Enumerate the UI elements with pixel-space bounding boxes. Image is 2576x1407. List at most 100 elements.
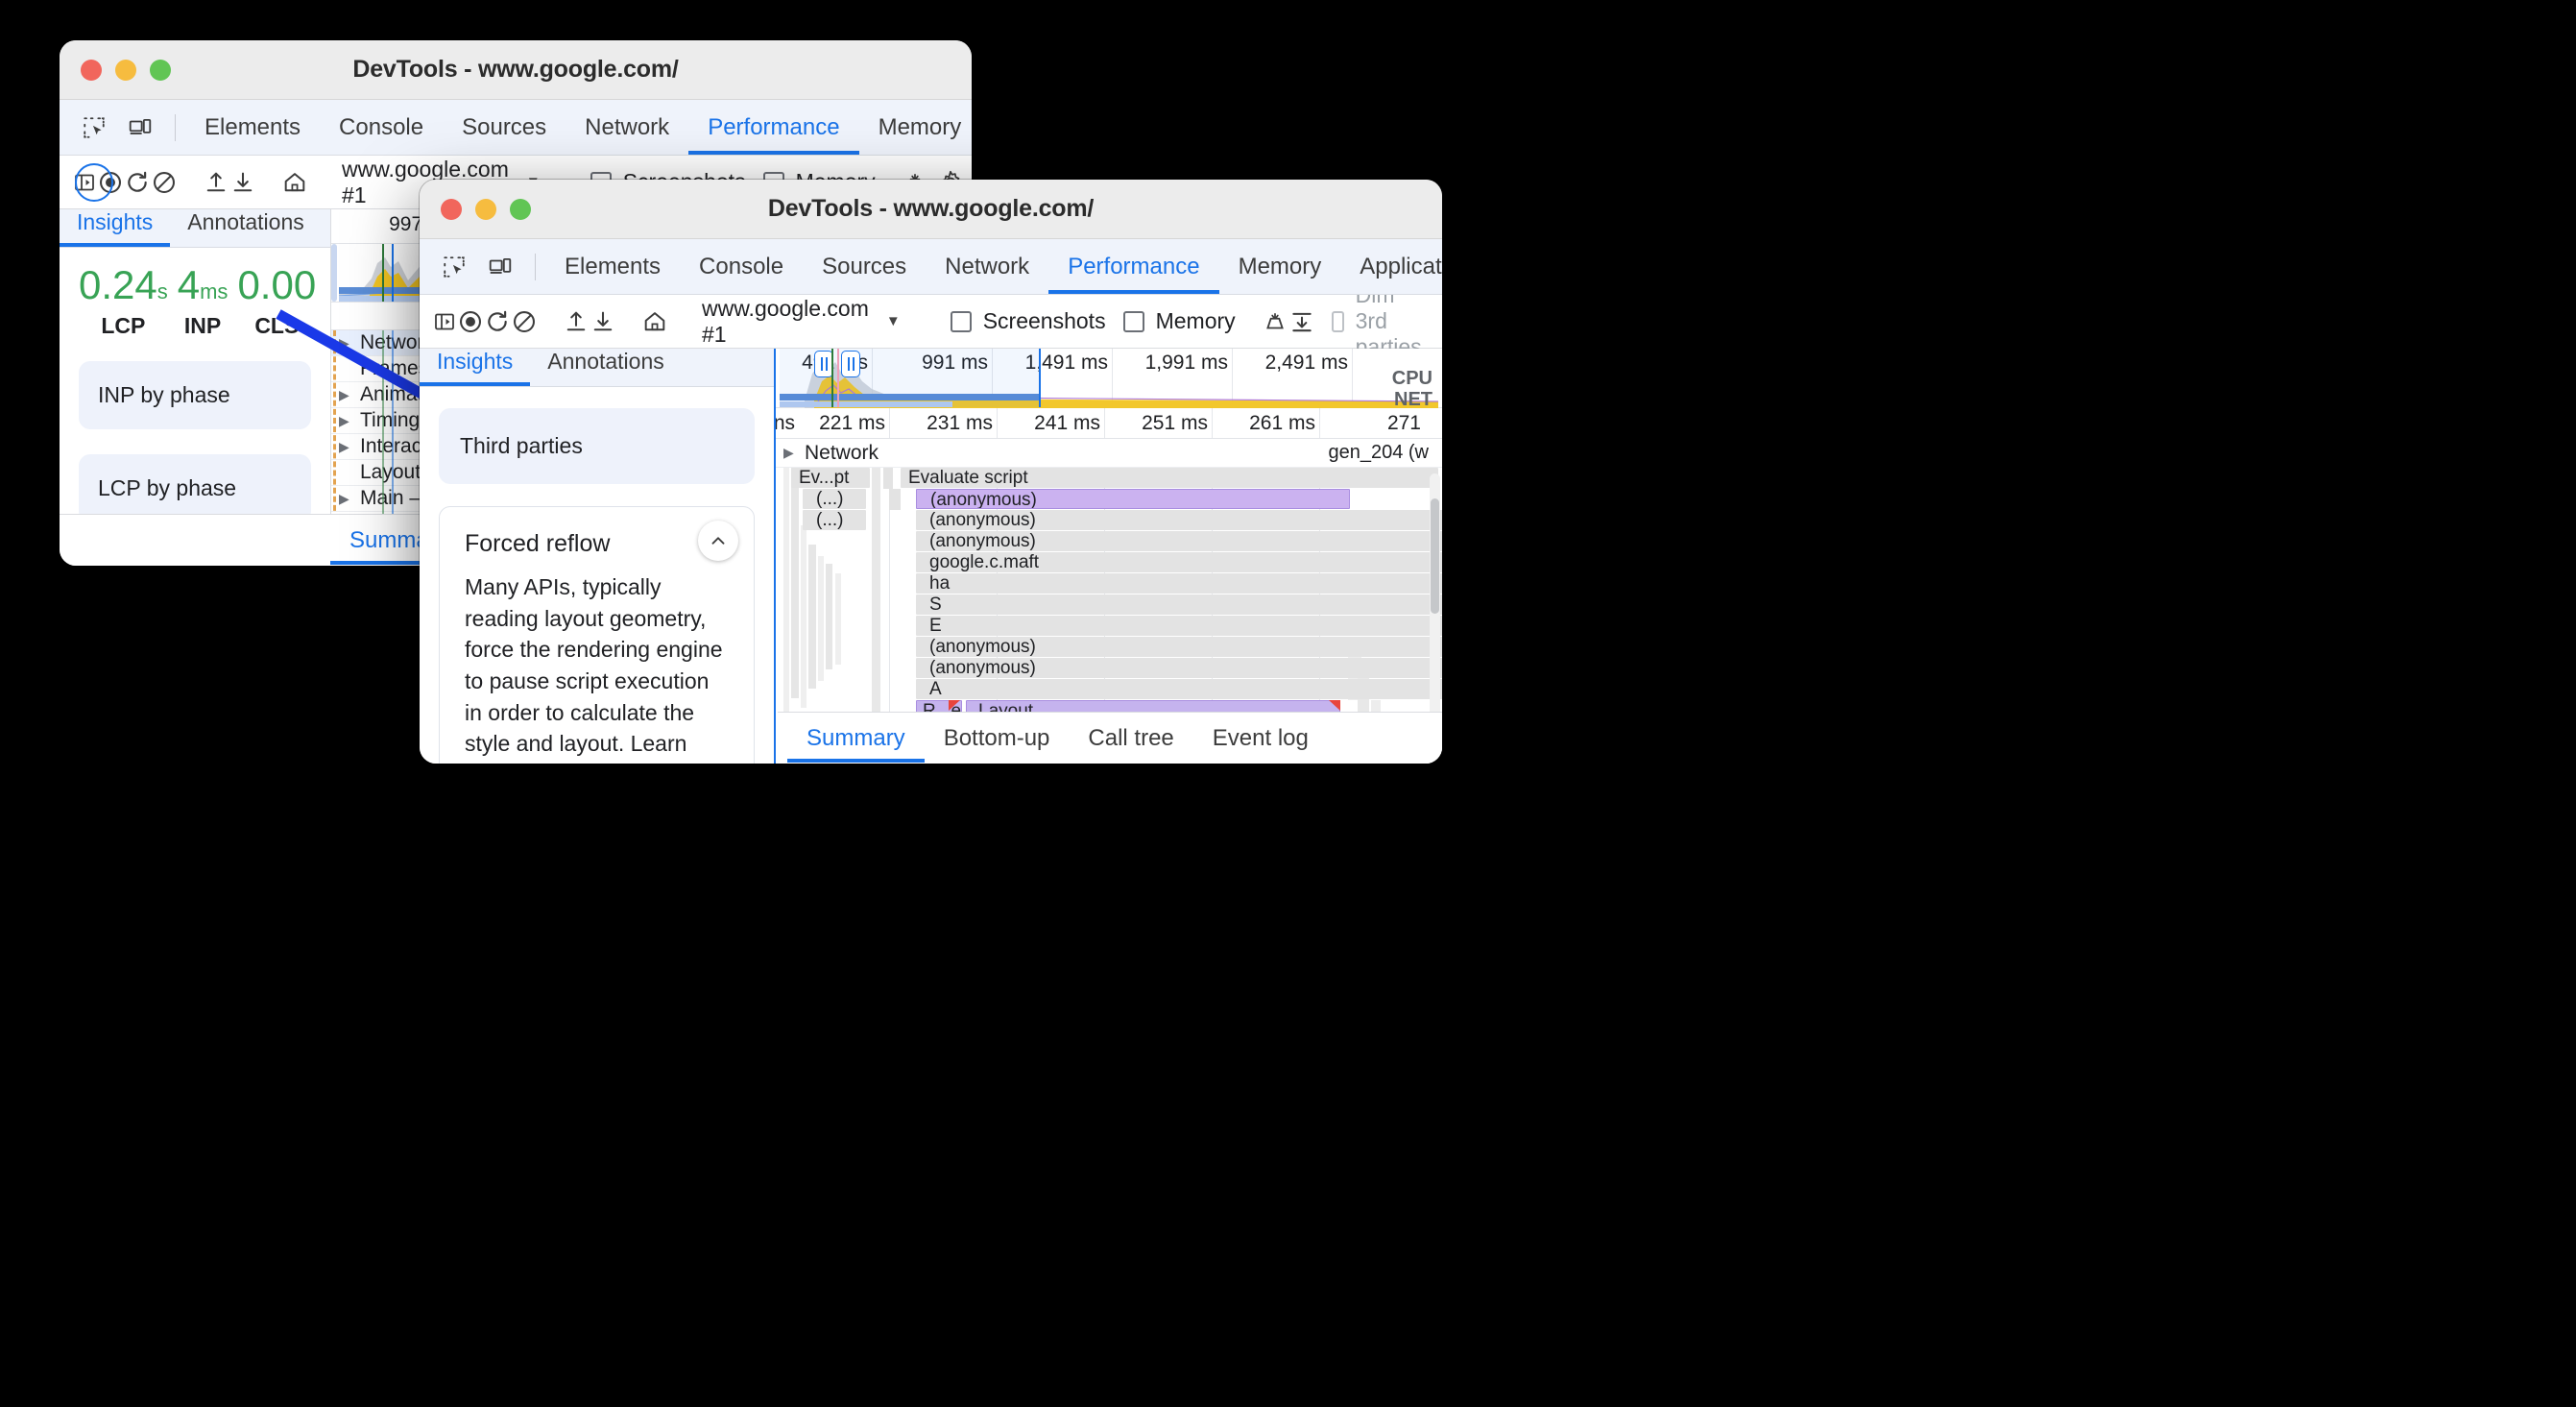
subtab-annotations[interactable]: Annotations (170, 209, 321, 247)
metric-lcp[interactable]: 0.24s LCP (79, 265, 168, 339)
minimize-window-button[interactable] (475, 198, 496, 220)
record-button[interactable] (458, 303, 483, 341)
tab-performance[interactable]: Performance (688, 100, 858, 155)
chevron-right-icon[interactable]: ▶ (339, 335, 352, 352)
traffic-lights-back[interactable] (60, 59, 171, 81)
chevron-right-icon[interactable]: ▶ (783, 445, 797, 461)
traffic-lights-front[interactable] (420, 198, 531, 220)
tab-sources[interactable]: Sources (803, 239, 926, 294)
reload-and-record-icon[interactable] (485, 303, 510, 341)
panel-tabs-front[interactable]: Elements Console Sources Network Perform… (545, 239, 1442, 294)
btab-bottom-up[interactable]: Bottom-up (925, 715, 1070, 763)
devtools-window-front[interactable]: DevTools - www.google.com/ Elements Cons… (420, 180, 1442, 764)
subtab-insights[interactable]: Insights (420, 349, 530, 386)
chevron-right-icon[interactable]: ▶ (339, 387, 352, 403)
toolbar-right-front[interactable] (1432, 303, 1442, 341)
inspect-element-icon[interactable] (433, 248, 475, 286)
cpu-throttling-icon[interactable] (1263, 303, 1288, 341)
tab-console[interactable]: Console (680, 239, 803, 294)
chevron-right-icon[interactable]: ▶ (339, 413, 352, 429)
tab-elements[interactable]: Elements (545, 239, 680, 294)
btab-event-log[interactable]: Event log (1193, 715, 1328, 763)
clear-recording-icon[interactable] (512, 303, 537, 341)
insight-card-third-parties[interactable]: Third parties (439, 408, 755, 484)
load-profile-icon[interactable] (204, 163, 229, 202)
collapse-chevron-up-icon[interactable] (698, 521, 738, 561)
flame-bar[interactable]: Ev...pt (791, 468, 870, 488)
minimize-window-button[interactable] (115, 59, 136, 81)
titlebar-back[interactable]: DevTools - www.google.com/ (60, 40, 972, 100)
home-icon[interactable] (282, 163, 307, 202)
tab-memory[interactable]: Memory (1219, 239, 1341, 294)
forced-reflow-link[interactable]: forced reflow (583, 763, 710, 764)
flame-scrollbar[interactable] (1430, 473, 1440, 752)
close-window-button[interactable] (441, 198, 462, 220)
insight-card-lcp-by-phase[interactable]: LCP by phase (79, 454, 311, 522)
tab-application[interactable]: Application (1340, 239, 1442, 294)
flame-bar[interactable]: S (916, 594, 1442, 615)
home-icon[interactable] (642, 303, 667, 341)
btab-call-tree[interactable]: Call tree (1069, 715, 1192, 763)
bottom-tabs-front[interactable]: Summary Bottom-up Call tree Event log (778, 712, 1442, 764)
tab-sources[interactable]: Sources (443, 100, 566, 155)
performance-toolbar-front[interactable]: www.google.com #1 ▼ Screenshots Memory D… (420, 282, 1442, 359)
tabstrip-back[interactable]: Elements Console Sources Network Perform… (60, 100, 972, 156)
overview-minimap-front[interactable]: 491 ms 991 ms 1,491 ms 1,991 ms 2,491 ms (776, 349, 1442, 410)
flame-bar[interactable]: A (916, 679, 1442, 699)
titlebar-front[interactable]: DevTools - www.google.com/ (420, 180, 1442, 239)
memory-checkbox[interactable]: Memory (1122, 308, 1236, 334)
flame-bar[interactable]: (anonymous) (916, 637, 1442, 657)
tabstrip-icons-front[interactable] (420, 248, 545, 286)
tab-network[interactable]: Network (566, 100, 688, 155)
device-toolbar-icon[interactable] (119, 109, 161, 147)
track-network-front[interactable]: ▶ Network gen_204 (w (776, 439, 1442, 468)
maximize-window-button[interactable] (510, 198, 531, 220)
flame-bar-selected[interactable]: (anonymous) (916, 489, 1350, 509)
capture-settings-gear-icon[interactable] (1432, 303, 1442, 341)
inspect-element-icon[interactable] (73, 109, 115, 147)
device-toolbar-icon[interactable] (479, 248, 521, 286)
panel-tabs-back[interactable]: Elements Console Sources Network Perform… (185, 100, 972, 155)
insight-card-inp-by-phase[interactable]: INP by phase (79, 361, 311, 429)
toggle-sidebar-icon[interactable] (433, 303, 456, 341)
close-window-button[interactable] (81, 59, 102, 81)
toggle-sidebar-icon[interactable] (73, 162, 113, 202)
maximize-window-button[interactable] (150, 59, 171, 81)
chevron-right-icon[interactable]: ▶ (339, 439, 352, 455)
subtab-annotations[interactable]: Annotations (530, 349, 681, 386)
metric-inp[interactable]: 4ms INP (178, 265, 229, 339)
checkbox-box[interactable] (950, 310, 972, 332)
minimap-left-handle[interactable] (814, 351, 833, 377)
timeline-area-front[interactable]: 491 ms 991 ms 1,491 ms 1,991 ms 2,491 ms (776, 349, 1442, 764)
tabstrip-front[interactable]: Elements Console Sources Network Perform… (420, 239, 1442, 295)
reload-and-record-icon[interactable] (125, 163, 150, 202)
checkbox-box[interactable] (1331, 310, 1344, 332)
btab-summary[interactable]: Summary (787, 715, 925, 763)
tab-network[interactable]: Network (926, 239, 1048, 294)
tab-memory[interactable]: Memory (859, 100, 972, 155)
flame-bar[interactable]: (anonymous) (916, 510, 1442, 530)
flame-bar[interactable]: (anonymous) (916, 658, 1442, 678)
tab-elements[interactable]: Elements (185, 100, 320, 155)
flame-bar[interactable]: (...) (803, 510, 866, 530)
tab-performance[interactable]: Performance (1048, 239, 1218, 294)
insight-detail-forced-reflow[interactable]: Forced reflow Many APIs, typically readi… (439, 506, 755, 764)
chevron-right-icon[interactable]: ▶ (339, 491, 352, 507)
sidebar-subtabs-front[interactable]: Insights Annotations (420, 349, 774, 387)
clear-recording-icon[interactable] (152, 163, 177, 202)
screenshots-checkbox[interactable]: Screenshots (950, 308, 1106, 334)
network-throttling-icon[interactable] (1289, 303, 1314, 341)
tab-console[interactable]: Console (320, 100, 443, 155)
checkbox-box[interactable] (1122, 310, 1144, 332)
save-profile-icon[interactable] (230, 163, 255, 202)
flame-bar[interactable]: google.c.maft (916, 552, 1442, 572)
flame-bar[interactable]: (anonymous) (916, 531, 1442, 551)
minimap-right-handle[interactable] (841, 351, 860, 377)
load-profile-icon[interactable] (564, 303, 589, 341)
flame-bar[interactable]: E (916, 616, 1442, 636)
flame-bar[interactable]: ha (916, 573, 1442, 594)
flame-bar[interactable]: (...) (803, 489, 866, 509)
overview-left-handle[interactable] (331, 244, 337, 302)
sidebar-subtabs-back[interactable]: Insights Annotations (60, 209, 330, 248)
chevron-down-icon[interactable]: ▼ (886, 313, 901, 329)
